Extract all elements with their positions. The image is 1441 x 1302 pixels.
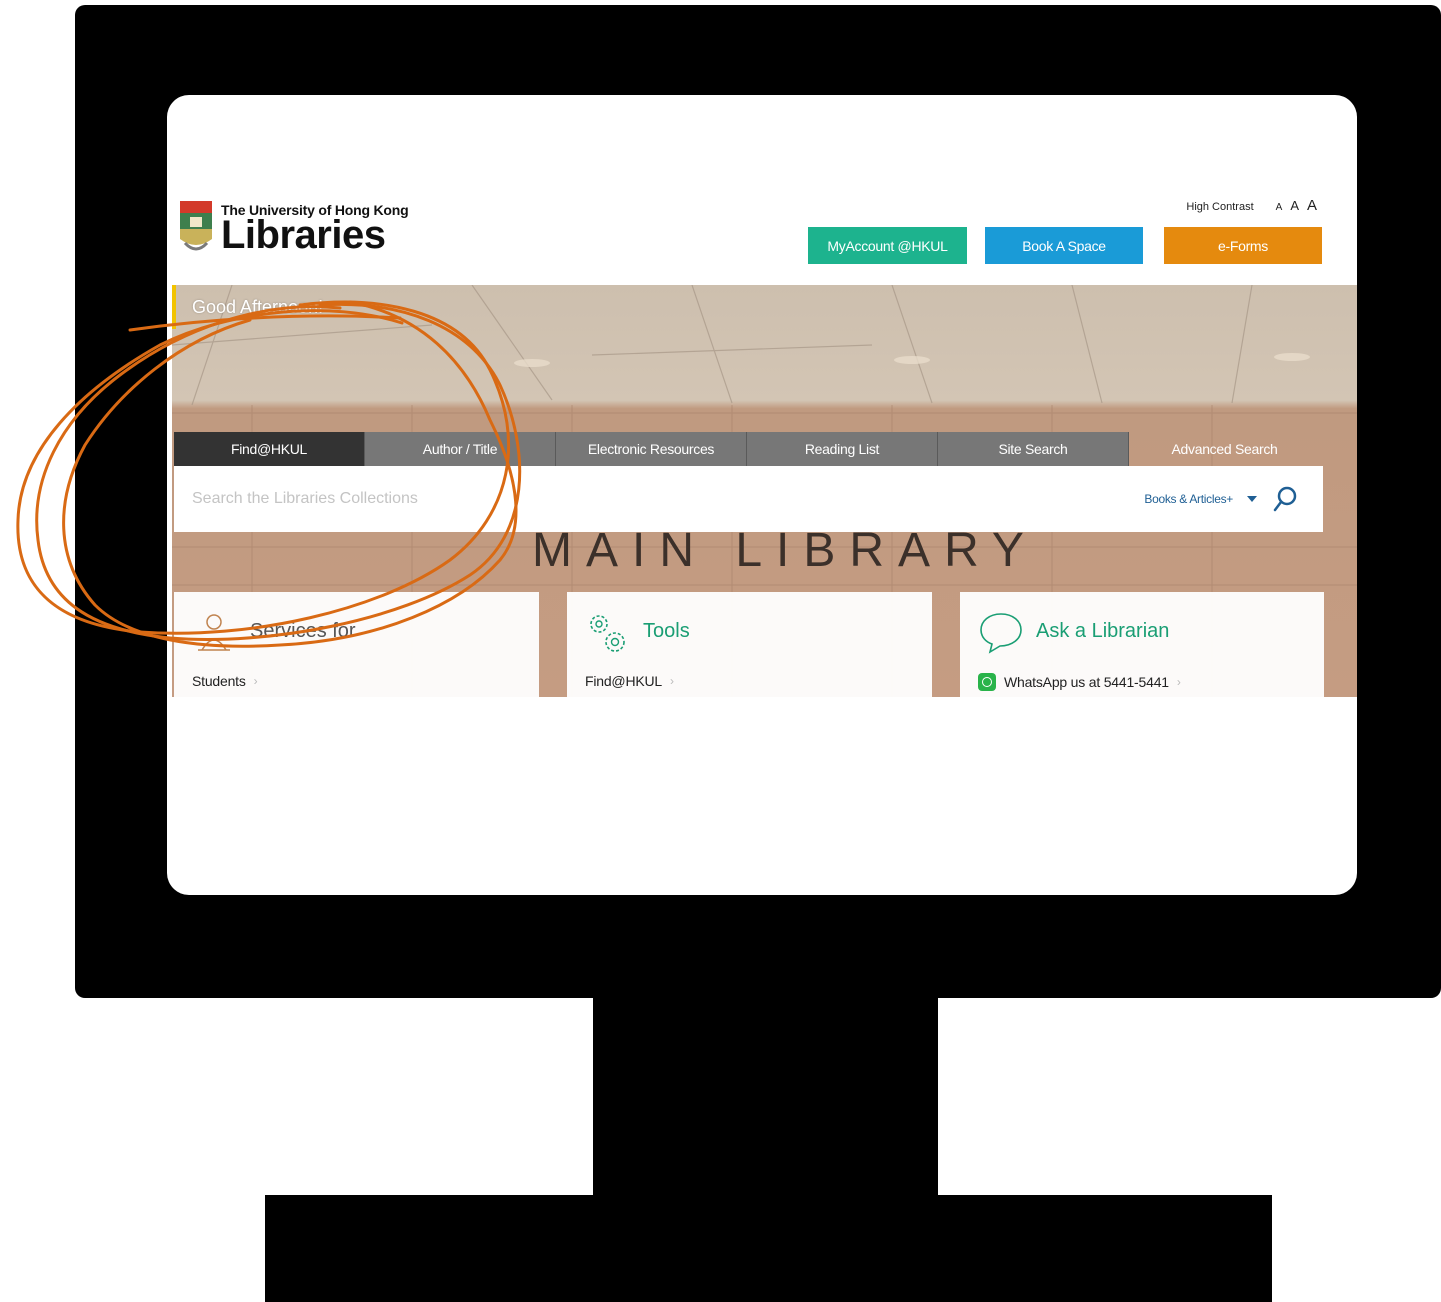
- search-input[interactable]: [192, 490, 1145, 508]
- person-reading-icon: [198, 614, 230, 651]
- tab-electronic-resources[interactable]: Electronic Resources: [556, 432, 747, 466]
- book-a-space-button[interactable]: Book A Space: [985, 227, 1143, 264]
- chevron-down-icon[interactable]: [1247, 496, 1257, 502]
- search-bar: Books & Articles+: [174, 466, 1323, 532]
- search-scope-select[interactable]: Books & Articles+: [1144, 492, 1233, 506]
- tab-reading-list[interactable]: Reading List: [747, 432, 938, 466]
- eforms-button[interactable]: e-Forms: [1164, 227, 1322, 264]
- hku-crest-icon: [180, 201, 212, 251]
- hero-banner: MAIN LIBRARY Good Afternoon! Find@HKUL A…: [172, 285, 1357, 697]
- tools-card-title: Tools: [643, 620, 690, 642]
- chat-bubble-icon: [980, 613, 1022, 654]
- ask-librarian-card-title: Ask a Librarian: [1036, 620, 1170, 642]
- services-card-title: Services for: [250, 620, 356, 642]
- whatsapp-icon: [978, 673, 996, 691]
- students-link[interactable]: Students ›: [192, 673, 258, 689]
- stage: The University of Hong Kong Libraries Hi…: [0, 0, 1441, 1302]
- font-size-small[interactable]: A: [1276, 202, 1283, 213]
- tools-card: Tools Find@HKUL ›: [567, 592, 932, 697]
- ask-librarian-card: Ask a Librarian WhatsApp us at 5441-5441…: [960, 592, 1324, 697]
- tab-find-hkul[interactable]: Find@HKUL: [174, 432, 365, 466]
- search-tabs: Find@HKUL Author / Title Electronic Reso…: [174, 432, 1320, 466]
- accessibility-controls: High Contrast A A A: [1186, 197, 1317, 214]
- tab-author-title[interactable]: Author / Title: [365, 432, 556, 466]
- font-size-large[interactable]: A: [1307, 197, 1317, 214]
- find-hkul-link[interactable]: Find@HKUL ›: [585, 673, 674, 689]
- greeting-banner: Good Afternoon!: [172, 285, 323, 329]
- services-card: Services for Students ›: [174, 592, 539, 697]
- students-link-label: Students: [192, 673, 246, 689]
- tab-site-search[interactable]: Site Search: [938, 432, 1129, 466]
- high-contrast-toggle[interactable]: High Contrast: [1186, 201, 1253, 213]
- whatsapp-link-label: WhatsApp us at 5441-5441: [1004, 674, 1169, 690]
- chevron-right-icon: ›: [670, 674, 674, 688]
- chevron-right-icon: ›: [1176, 675, 1181, 689]
- hku-libraries-logo[interactable]: The University of Hong Kong Libraries: [179, 199, 419, 259]
- logo-libraries-wordmark: Libraries: [221, 213, 386, 257]
- my-account-button[interactable]: MyAccount @HKUL: [808, 227, 967, 264]
- monitor-stand-neck: [593, 996, 938, 1198]
- chevron-right-icon: ›: [253, 674, 258, 688]
- font-size-medium[interactable]: A: [1290, 198, 1299, 213]
- monitor-screen: The University of Hong Kong Libraries Hi…: [167, 95, 1357, 895]
- whatsapp-link[interactable]: WhatsApp us at 5441-5441 ›: [978, 673, 1181, 691]
- advanced-search-link[interactable]: Advanced Search: [1129, 432, 1320, 466]
- search-icon[interactable]: [1273, 486, 1297, 512]
- gears-icon: [590, 615, 625, 652]
- find-hkul-link-label: Find@HKUL: [585, 673, 662, 689]
- monitor-stand-base: [265, 1195, 1272, 1302]
